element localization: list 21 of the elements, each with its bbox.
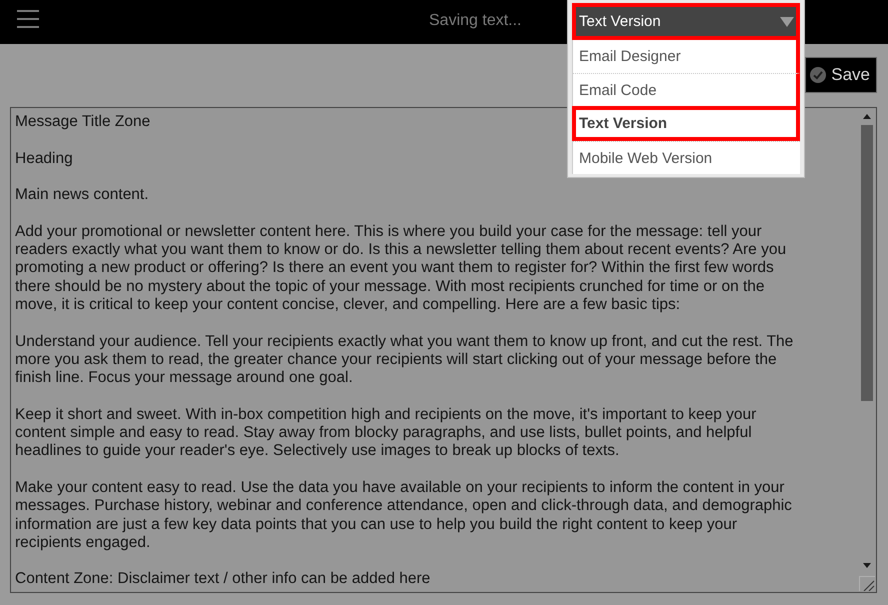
save-button[interactable]: Save	[805, 57, 877, 93]
paragraph-text: Add your promotional or newsletter content here. This is where you build your case for the message: tell your readers exactly what you want them to know or do. Is this a newsletter telling them about recent events? Are you promoting a new product or offering? Is there an event you want them to register for? Within the first few words there should be no mystery about the topic of your message. With most recipients crunched for time or on the move, it is critical to keep your content concise, clever, and compelling. Here are a few basic tips:	[15, 222, 786, 314]
scroll-up-icon[interactable]	[863, 114, 871, 119]
menu-option[interactable]: Text Version	[572, 106, 800, 141]
paragraph-text: Content Zone: Disclaimer text / other info can be added here	[15, 570, 430, 589]
paragraph-text: Message Title Zone	[15, 113, 150, 132]
scroll-down-icon[interactable]	[863, 563, 871, 568]
text-editor[interactable]	[10, 107, 877, 593]
scrollbar-thumb[interactable]	[861, 125, 873, 401]
menu-icon[interactable]	[17, 10, 39, 28]
resize-grip-icon[interactable]	[859, 576, 875, 591]
caret-icon	[780, 16, 794, 26]
paragraph-text: Main news content.	[15, 186, 149, 204]
paragraph-text: Keep it short and sweet. With in-box competition high and recipients on the move, it's important to keep your content simple and easy to read. Stay away from blocky paragraphs, and use lists, bullet points, and helpful headlines to guide your reader's eye. Selectively use images to break up blocks of texts.	[15, 406, 756, 461]
check-circle-icon	[810, 67, 826, 83]
view-select[interactable]: Text Version	[572, 3, 800, 40]
paragraph-text: Make your content easy to read. Use the data you have available on your recipients to inform the content in your messages. Purchase history, webinar and conference attendance, open and click-through data, and demographic information are just a few key data points that you can use to help you build the right content to keep your recipients engaged.	[15, 478, 792, 552]
paragraph-text: Understand your audience. Tell your recipients exactly what you want them to know up front, and cut the rest. The more you ask them to read, the greater chance your recipients will start clicking out of your message before the finish line. Focus your message around one goal.	[15, 332, 794, 388]
paragraph-text: Heading	[15, 150, 73, 168]
status-text: Saving text...	[429, 12, 522, 30]
menu-option[interactable]: Email Code	[573, 73, 800, 106]
